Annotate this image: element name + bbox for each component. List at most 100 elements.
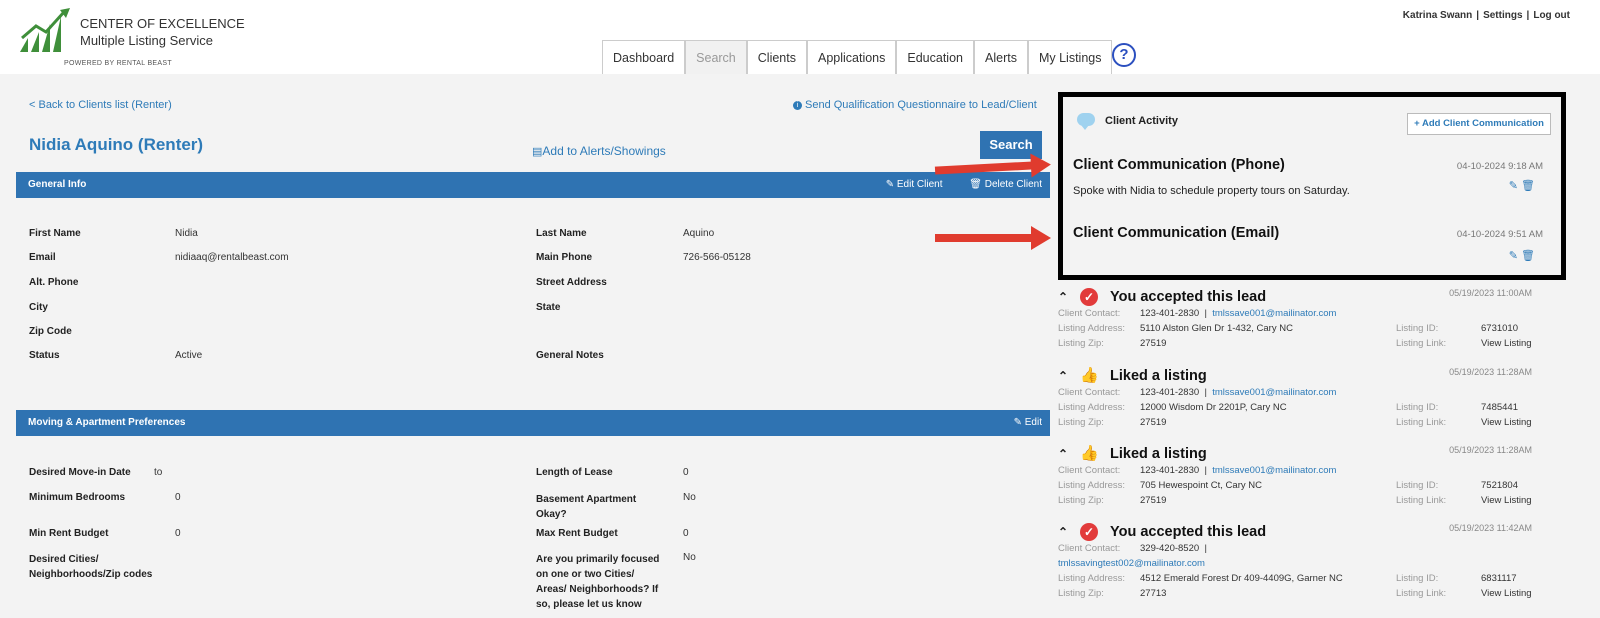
- address-value: 4512 Emerald Forest Dr 409-4409G, Garner…: [1140, 573, 1343, 584]
- main-content: < Back to Clients list (Renter) i Send Qu…: [0, 74, 1600, 618]
- lease-length-value: 0: [683, 467, 689, 478]
- general-info-title: General Info: [28, 179, 87, 190]
- chevron-up-icon[interactable]: ⌃: [1058, 369, 1068, 383]
- move-in-date-label: Desired Move-in Date: [29, 467, 131, 478]
- trash-icon[interactable]: 🗑: [1521, 250, 1535, 262]
- logo-line1: CENTER OF EXCELLENCE: [80, 16, 245, 31]
- alt-phone-label: Alt. Phone: [29, 277, 79, 288]
- listing-id-label: Listing ID:: [1396, 573, 1439, 584]
- edit-preferences-label: Edit: [1024, 417, 1042, 428]
- activity-date: 05/19/2023 11:00AM: [1449, 288, 1532, 298]
- send-questionnaire-label: Send Qualification Questionnaire to Lead…: [805, 99, 1037, 111]
- address-value: 12000 Wisdom Dr 2201P, Cary NC: [1140, 402, 1287, 413]
- tab-alerts[interactable]: Alerts: [974, 40, 1028, 74]
- edit-icon: ✎: [885, 179, 895, 190]
- listing-link-label: Listing Link:: [1396, 495, 1447, 506]
- send-questionnaire-link[interactable]: i Send Qualification Questionnaire to Lea…: [793, 99, 1037, 111]
- delete-client-button[interactable]: 🗑 Delete Client: [957, 179, 1042, 190]
- tab-search[interactable]: Search: [685, 40, 747, 74]
- tab-applications[interactable]: Applications: [806, 40, 897, 74]
- back-to-clients-link[interactable]: < Back to Clients list (Renter): [29, 99, 172, 111]
- edit-client-button[interactable]: ✎ Edit Client: [874, 179, 943, 190]
- first-name-label: First Name: [29, 228, 81, 239]
- communication-body: Spoke with Nidia to schedule property to…: [1073, 185, 1350, 197]
- desired-cities-line2: Neighborhoods/Zip codes: [29, 569, 153, 580]
- settings-link[interactable]: Settings: [1483, 10, 1522, 21]
- logout-link[interactable]: Log out: [1533, 10, 1570, 21]
- contact-phone-text: 329-420-8520: [1140, 543, 1200, 554]
- contact-email[interactable]: tmlssave001@mailinator.com: [1212, 465, 1336, 476]
- chevron-up-icon[interactable]: ⌃: [1058, 447, 1068, 461]
- user-name[interactable]: Katrina Swann: [1403, 10, 1472, 21]
- contact-email[interactable]: tmlssave001@mailinator.com: [1212, 387, 1336, 398]
- general-notes-label: General Notes: [536, 350, 604, 361]
- tab-clients[interactable]: Clients: [746, 40, 807, 74]
- contact-email[interactable]: tmlssave001@mailinator.com: [1212, 308, 1336, 319]
- lease-length-label: Length of Lease: [536, 467, 613, 478]
- edit-icon[interactable]: ✎: [1509, 250, 1518, 262]
- zip-label: Listing Zip:: [1058, 495, 1104, 506]
- focus-label: Are you primarily focused on one or two C…: [536, 552, 659, 612]
- contact-label: Client Contact:: [1058, 387, 1121, 398]
- email-label: Email: [29, 252, 56, 263]
- desired-cities-label: Desired Cities/Neighborhoods/Zip codes: [29, 552, 152, 582]
- tab-dashboard[interactable]: Dashboard: [602, 40, 686, 74]
- chevron-up-icon[interactable]: ⌃: [1058, 525, 1068, 539]
- max-rent-value: 0: [683, 528, 689, 539]
- min-rent-value: 0: [175, 528, 181, 539]
- contact-email[interactable]: tmlssavingtest002@mailinator.com: [1058, 558, 1205, 569]
- contact-value: 123-401-2830 | tmlssave001@mailinator.co…: [1140, 465, 1337, 476]
- add-to-alerts-label: Add to Alerts/Showings: [542, 144, 666, 158]
- check-circle-icon: ✓: [1080, 288, 1098, 306]
- edit-icon[interactable]: ✎: [1509, 180, 1518, 192]
- address-label: Listing Address:: [1058, 480, 1126, 491]
- add-client-communication-button[interactable]: + Add Client Communication: [1407, 113, 1551, 135]
- focus-line1: Are you primarily focused: [536, 554, 660, 565]
- zip-value: 27519: [1140, 417, 1167, 428]
- add-to-alerts-link[interactable]: ▤Add to Alerts/Showings: [532, 144, 666, 158]
- list-icon: ▤: [532, 146, 543, 158]
- zip-code-label: Zip Code: [29, 326, 72, 337]
- main-phone-value: 726-566-05128: [683, 252, 751, 263]
- min-rent-label: Min Rent Budget: [29, 528, 109, 539]
- nav-separator: |: [1526, 10, 1530, 21]
- preferences-header: Moving & Apartment Preferences ✎ Edit: [16, 410, 1050, 436]
- activity-item: ⌃ 👍 Liked a listing 05/19/2023 11:28AM Clie…: [1058, 445, 1532, 510]
- activity-item: ⌃ ✓ You accepted this lead 05/19/2023 11:42…: [1058, 523, 1532, 603]
- nav-separator: |: [1476, 10, 1480, 21]
- general-info-header: General Info ✎ Edit Client 🗑 Delete Clie…: [16, 172, 1050, 198]
- view-listing-link[interactable]: View Listing: [1481, 588, 1532, 599]
- contact-phone: 123-401-2830: [1140, 465, 1200, 476]
- logo-bars-icon: [20, 8, 70, 52]
- tab-education[interactable]: Education: [896, 40, 974, 74]
- client-activity-header: Client Activity + Add Client Communicati…: [1063, 97, 1561, 137]
- activity-title: Liked a listing: [1110, 446, 1207, 462]
- page-title: Nidia Aquino (Renter): [29, 135, 204, 154]
- trash-icon[interactable]: 🗑: [1521, 180, 1535, 192]
- basement-label-line2: Okay?: [536, 509, 567, 520]
- logo-powered-by: POWERED BY RENTAL BEAST: [64, 60, 172, 67]
- min-bedrooms-label: Minimum Bedrooms: [29, 492, 126, 503]
- contact-phone: 123-401-2830: [1140, 387, 1200, 398]
- view-listing-link[interactable]: View Listing: [1481, 417, 1532, 428]
- edit-preferences-button[interactable]: ✎ Edit: [1002, 417, 1042, 428]
- view-listing-link[interactable]: View Listing: [1481, 338, 1532, 349]
- view-listing-link[interactable]: View Listing: [1481, 495, 1532, 506]
- communication-actions: ✎ 🗑: [1509, 179, 1535, 192]
- contact-value: 123-401-2830 | tmlssave001@mailinator.co…: [1140, 387, 1337, 398]
- city-label: City: [29, 302, 48, 313]
- focus-line3: Areas/ Neighborhoods? If: [536, 584, 659, 595]
- chevron-up-icon[interactable]: ⌃: [1058, 290, 1068, 304]
- help-icon[interactable]: ?: [1112, 43, 1136, 67]
- listing-id-value: 6731010: [1481, 323, 1518, 334]
- activity-item: ⌃ ✓ You accepted this lead 05/19/2023 11:00…: [1058, 288, 1532, 353]
- user-nav: Katrina Swann | Settings | Log out: [1401, 10, 1572, 21]
- listing-id-value: 6831117: [1481, 573, 1517, 584]
- listing-id-value: 7521804: [1481, 480, 1518, 491]
- tab-my-listings[interactable]: My Listings: [1027, 40, 1113, 74]
- trash-icon: 🗑: [969, 179, 982, 190]
- communication-item: Client Communication (Phone) 04-10-2024 …: [1073, 157, 1543, 197]
- zip-label: Listing Zip:: [1058, 338, 1104, 349]
- client-activity-title: Client Activity: [1105, 115, 1178, 127]
- main-phone-label: Main Phone: [536, 252, 593, 263]
